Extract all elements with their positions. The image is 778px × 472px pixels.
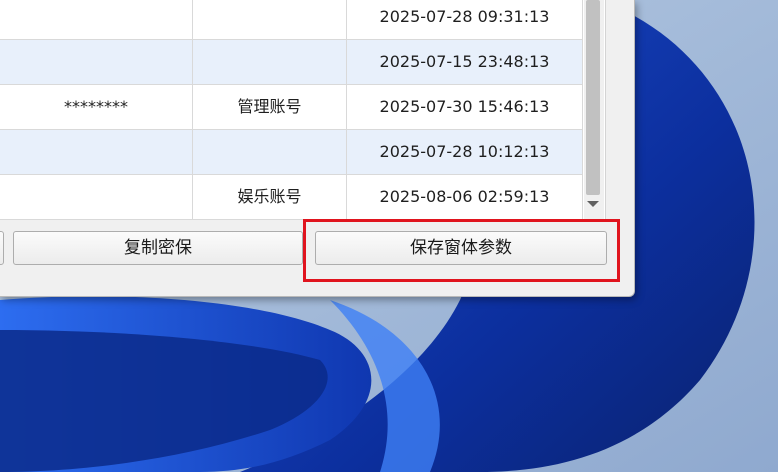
table-row[interactable]: 2025-07-28 10:12:13 <box>0 130 583 175</box>
password-cell <box>0 0 193 39</box>
time-cell: 2025-08-06 02:59:13 <box>347 175 583 219</box>
time-cell: 2025-07-28 10:12:13 <box>347 130 583 174</box>
table-row[interactable]: 娱乐账号 2025-08-06 02:59:13 <box>0 175 583 220</box>
password-cell <box>0 175 193 219</box>
time-cell: 2025-07-15 23:48:13 <box>347 40 583 84</box>
account-type-cell: 娱乐账号 <box>193 175 347 219</box>
password-cell: ******** <box>0 85 193 129</box>
partial-button[interactable] <box>0 231 4 265</box>
table-row[interactable]: 2025-07-15 23:48:13 <box>0 40 583 85</box>
password-cell <box>0 40 193 84</box>
scrollbar-thumb[interactable] <box>586 0 600 195</box>
time-cell: 2025-07-28 09:31:13 <box>347 0 583 39</box>
save-window-params-button[interactable]: 保存窗体参数 <box>315 231 607 265</box>
table-row[interactable]: ******** 管理账号 2025-07-30 15:46:13 <box>0 85 583 130</box>
account-type-cell <box>193 130 347 174</box>
password-cell <box>0 130 193 174</box>
account-type-cell <box>193 0 347 39</box>
account-type-cell <box>193 40 347 84</box>
table-row[interactable]: 2025-07-28 09:31:13 <box>0 0 583 40</box>
time-cell: 2025-07-30 15:46:13 <box>347 85 583 129</box>
scroll-down-arrow-icon[interactable] <box>587 201 599 207</box>
account-type-cell: 管理账号 <box>193 85 347 129</box>
copy-security-button[interactable]: 复制密保 <box>13 231 303 265</box>
app-window: 2025-07-28 09:31:13 2025-07-15 23:48:13 … <box>0 0 635 297</box>
vertical-scrollbar[interactable] <box>584 0 604 219</box>
account-table: 2025-07-28 09:31:13 2025-07-15 23:48:13 … <box>0 0 606 220</box>
